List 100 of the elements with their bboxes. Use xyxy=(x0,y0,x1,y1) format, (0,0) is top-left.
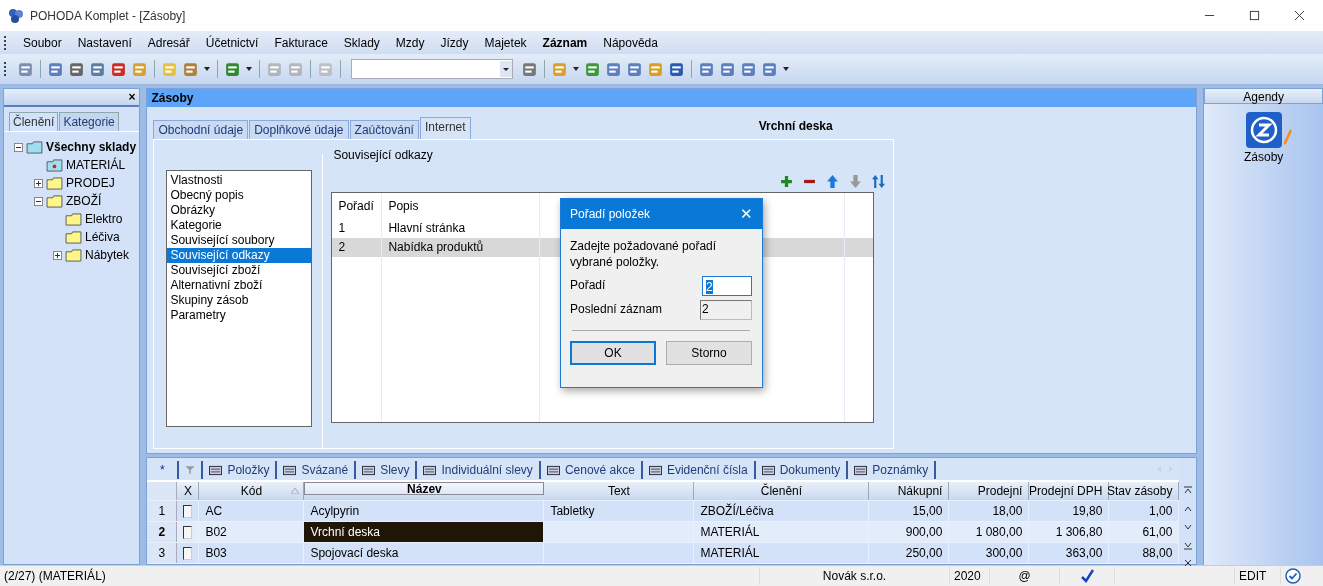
caret-icon[interactable] xyxy=(783,67,789,71)
menu-item[interactable]: Fakturace xyxy=(266,35,336,50)
menu-item[interactable]: Účetnictví xyxy=(197,35,267,50)
scroll-bottom-icon[interactable] xyxy=(1182,540,1193,550)
tab[interactable]: Individuální slevy xyxy=(417,461,541,479)
sort-icon xyxy=(291,488,300,494)
column-header[interactable]: Text xyxy=(544,482,695,500)
table-cell: ZBOŽÍ/Léčiva xyxy=(700,504,774,518)
column-header[interactable]: Popis xyxy=(382,193,541,219)
collapse-icon[interactable] xyxy=(34,196,43,206)
tree-item[interactable]: Nábytek xyxy=(85,248,130,262)
up-arrow-icon[interactable] xyxy=(826,175,840,188)
close-button[interactable]: ✕ xyxy=(740,205,753,223)
record-status: (2/27) (MATERIÁL) xyxy=(0,567,760,585)
menu-item[interactable]: Sklady xyxy=(335,35,388,50)
section-item[interactable]: Související odkazy xyxy=(167,248,312,263)
tab[interactable]: Cenové akce xyxy=(540,461,643,479)
dialog-button[interactable]: Storno xyxy=(666,341,752,365)
tab[interactable]: Internet xyxy=(419,117,471,139)
checkbox[interactable] xyxy=(183,525,193,539)
expand-icon[interactable] xyxy=(53,250,62,260)
window-title: POHODA Komplet - [Zásoby] xyxy=(30,8,186,23)
scroll-down-icon[interactable] xyxy=(1182,522,1193,532)
new-tab-button[interactable]: * xyxy=(147,461,180,479)
table-cell: 19,80 xyxy=(1072,504,1103,518)
group-title: Související odkazy xyxy=(331,148,435,162)
tab[interactable]: Položky xyxy=(203,461,278,479)
caret-icon[interactable] xyxy=(500,60,512,78)
scroll-up-icon[interactable] xyxy=(1182,504,1193,514)
menu-item[interactable]: Adresář xyxy=(139,35,198,50)
row-number[interactable]: 3 xyxy=(147,543,178,563)
close-icon[interactable] xyxy=(1294,10,1305,21)
close-button[interactable]: × xyxy=(128,90,136,104)
menu-item[interactable]: Soubor xyxy=(15,35,70,50)
table-cell: 900,00 xyxy=(905,525,943,539)
table-cell: 88,00 xyxy=(1142,546,1173,560)
menu-item[interactable]: Záznam xyxy=(534,35,596,50)
tree-item[interactable]: ZBOŽÍ xyxy=(66,194,102,208)
grid-icon xyxy=(362,464,376,476)
caret-icon[interactable] xyxy=(246,67,252,71)
caret-icon[interactable] xyxy=(204,67,210,71)
tab[interactable]: Evidenční čísla xyxy=(642,461,756,479)
row-number[interactable]: 2 xyxy=(147,522,178,542)
tab[interactable]: Obchodní údaje xyxy=(153,120,249,139)
edit-mode: EDIT xyxy=(1235,567,1281,585)
tree-item[interactable]: PRODEJ xyxy=(66,176,115,190)
tree-item[interactable]: Léčiva xyxy=(85,230,120,244)
section-item[interactable]: Parametry xyxy=(167,308,312,323)
table-cell: 1 080,00 xyxy=(975,525,1023,539)
input-field[interactable]: 2 xyxy=(702,276,752,296)
tree-item[interactable]: MATERIÁL xyxy=(66,158,126,172)
tab[interactable]: Doplňkové údaje xyxy=(249,120,349,139)
accounting-year: 2020 xyxy=(950,567,990,585)
company-name: Novák s.r.o. xyxy=(760,567,950,585)
panel-title: Agendy xyxy=(1204,88,1323,104)
caret-icon[interactable] xyxy=(573,67,579,71)
section-item[interactable]: Kategorie xyxy=(167,218,312,233)
column-header[interactable]: Název xyxy=(304,482,545,495)
agenda-label[interactable]: Zásoby xyxy=(1244,150,1284,164)
collapse-icon[interactable] xyxy=(14,142,23,152)
section-item[interactable]: Alternativní zboží xyxy=(167,278,312,293)
menu-item[interactable]: Jízdy xyxy=(432,35,477,50)
checkbox[interactable] xyxy=(183,546,193,560)
dialog-button[interactable]: OK xyxy=(570,341,656,365)
scroll-top-icon[interactable] xyxy=(1182,486,1193,496)
section-item[interactable]: Vlastnosti xyxy=(167,173,312,188)
section-item[interactable]: Obrázky xyxy=(167,203,312,218)
column-header[interactable]: Stav zásoby xyxy=(1109,482,1180,500)
panel-tab[interactable]: Kategorie xyxy=(59,112,119,131)
grid-icon xyxy=(423,464,437,476)
menu-item[interactable]: Nastavení xyxy=(69,35,140,50)
tab[interactable]: Dokumenty xyxy=(755,461,849,479)
tab[interactable]: Svázané xyxy=(277,461,357,479)
table-cell: MATERIÁL xyxy=(700,525,760,539)
reorder-icon[interactable] xyxy=(872,175,886,188)
column-header[interactable]: Členění xyxy=(694,482,870,500)
section-item[interactable]: Obecný popis xyxy=(167,188,312,203)
agenda-icon[interactable] xyxy=(1245,112,1282,148)
maximize-icon[interactable] xyxy=(1249,10,1260,21)
section-item[interactable]: Související zboží xyxy=(167,263,312,278)
panel-tab[interactable]: Členění xyxy=(9,112,59,131)
tree-item[interactable]: Všechny sklady xyxy=(46,140,137,154)
add-icon[interactable] xyxy=(780,175,794,188)
tab[interactable]: Slevy xyxy=(356,461,418,479)
column-header[interactable]: X xyxy=(177,482,200,500)
column-header[interactable]: Pořadí xyxy=(332,193,383,219)
tab[interactable]: Zaúčtování xyxy=(349,120,419,139)
row-number[interactable]: 1 xyxy=(147,501,178,521)
section-item[interactable]: Související soubory xyxy=(167,233,312,248)
column-header[interactable]: Prodejní xyxy=(949,482,1030,500)
menu-item[interactable]: Majetek xyxy=(476,35,535,50)
tab[interactable]: Poznámky xyxy=(848,461,937,479)
tree-item[interactable]: Elektro xyxy=(85,212,123,226)
menu-item[interactable]: Mzdy xyxy=(387,35,433,50)
menu-item[interactable]: Nápověda xyxy=(595,35,666,50)
column-header[interactable]: Nákupní xyxy=(869,482,950,500)
section-item[interactable]: Skupiny zásob xyxy=(167,293,312,308)
expand-icon[interactable] xyxy=(34,178,43,188)
combo-field[interactable] xyxy=(351,59,513,79)
checkbox[interactable] xyxy=(183,504,193,518)
